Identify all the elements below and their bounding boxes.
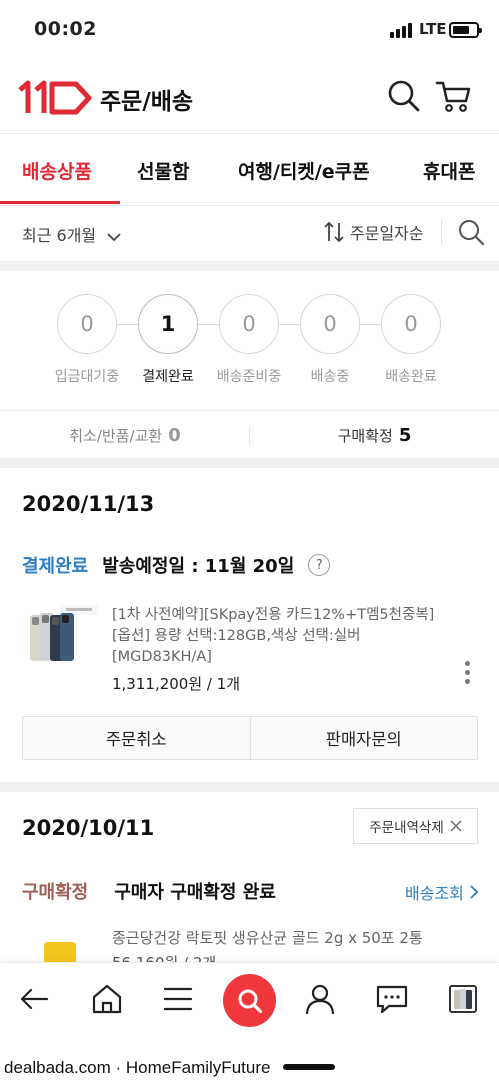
user-icon[interactable] [302, 981, 338, 1017]
cart-icon[interactable] [434, 76, 474, 116]
delete-order-history-button[interactable]: 주문내역삭제 [353, 808, 478, 844]
order-status: 결제완료 [22, 556, 89, 577]
signal-icon [390, 22, 412, 38]
order-card: 2020/10/11 주문내역삭제 구매확정 구매자 구매확정 완료 배송조회 … [0, 792, 499, 972]
purchase-confirmed-link[interactable]: 구매확정 5 [250, 411, 499, 459]
cancel-count: 0 [168, 424, 181, 446]
tab-bar: 배송상품 선물함 여행/티켓/e쿠폰 휴대폰 [0, 135, 499, 205]
order-search-icon[interactable] [457, 218, 485, 246]
step-shipping[interactable]: 0 배송중 [285, 294, 375, 386]
search-icon [238, 989, 262, 1013]
order-actions: 주문취소 판매자문의 [22, 716, 478, 760]
active-tab-indicator [0, 201, 120, 204]
delete-label: 주문내역삭제 [369, 820, 444, 836]
more-options-icon[interactable] [460, 661, 474, 691]
step-label: 배송중 [310, 369, 350, 385]
order-date: 2020/10/11 [22, 816, 155, 840]
step-awaiting-payment[interactable]: 0 입금대기중 [42, 294, 132, 386]
step-count: 0 [300, 294, 360, 354]
product-name[interactable]: [1차 사전예약][SKpay전용 카드12%+T멤5천중복] [옵션] 용량 … [112, 605, 434, 668]
logo-11st[interactable] [18, 80, 92, 116]
order-date: 2020/11/13 [22, 492, 155, 516]
app-header: 주문/배송 [0, 62, 499, 132]
back-icon[interactable] [17, 981, 53, 1017]
order-status-row: 구매확정 구매자 구매확정 완료 [22, 878, 276, 904]
filter-bar: 최근 6개월 주문일자순 [0, 206, 499, 260]
confirm-count: 5 [398, 424, 412, 446]
filter-separator [441, 220, 442, 244]
section-gap [0, 782, 499, 792]
home-icon[interactable] [89, 981, 125, 1017]
section-gap [0, 458, 499, 468]
step-label: 배송준비중 [216, 369, 282, 385]
battery-icon [449, 22, 482, 38]
product-model-line: [MGD83KH/A] [112, 649, 212, 665]
order-status-steps: 0 입금대기중 1 결제완료 0 배송준비중 0 배송중 0 배송완료 [0, 270, 499, 410]
period-label: 최근 6개월 [22, 226, 97, 245]
sort-button[interactable]: 주문일자순 [324, 220, 424, 244]
tab-travel-ticket-coupon[interactable]: 여행/티켓/e쿠폰 [238, 157, 370, 184]
step-count: 0 [57, 294, 117, 354]
bottom-navigation [0, 962, 499, 1036]
watermark-bar: dealbada.com · HomeFamilyFuture [0, 1036, 499, 1082]
confirm-label: 구매확정 [337, 426, 393, 445]
step-label: 입금대기중 [54, 369, 120, 385]
chevron-right-icon [470, 885, 479, 899]
recent-item-icon[interactable] [449, 985, 477, 1013]
step-payment-complete[interactable]: 1 결제완료 [123, 294, 213, 386]
seller-inquiry-button[interactable]: 판매자문의 [249, 717, 478, 759]
track-label: 배송조회 [405, 884, 464, 903]
step-label: 결제완료 [142, 369, 194, 385]
tab-gift-box[interactable]: 선물함 [137, 157, 189, 184]
cancel-return-exchange-link[interactable]: 취소/반품/교환 0 [0, 411, 250, 459]
product-price: 1,311,200원 / 1개 [112, 675, 241, 693]
help-icon[interactable]: ? [308, 554, 331, 576]
tab-delivery-products[interactable]: 배송상품 [22, 157, 92, 184]
status-bar: 00:02 LTE [0, 0, 499, 62]
status-time: 00:02 [34, 18, 97, 40]
order-status: 구매확정 [22, 882, 89, 903]
step-count: 1 [138, 294, 198, 354]
track-shipment-link[interactable]: 배송조회 [405, 880, 479, 904]
chevron-down-icon [107, 232, 121, 241]
product-option-line: [옵션] 용량 선택:128GB,색상 선택:실버 [112, 628, 361, 644]
home-indicator[interactable] [283, 1064, 335, 1070]
order-card: 2020/11/13 결제완료 발송예정일 : 11월 20일 ? [1차 사전… [0, 468, 499, 782]
sort-arrows-icon [324, 221, 344, 243]
step-preparing-shipment[interactable]: 0 배송준비중 [204, 294, 294, 386]
step-delivered[interactable]: 0 배송완료 [366, 294, 456, 386]
sort-label: 주문일자순 [350, 224, 424, 243]
search-icon[interactable] [384, 76, 424, 116]
tab-phone[interactable]: 휴대폰 [423, 157, 475, 184]
recent-item-thumbnail [454, 989, 472, 1009]
step-label: 배송완료 [385, 369, 437, 385]
cancel-label: 취소/반품/교환 [69, 426, 163, 445]
product-thumbnail[interactable] [26, 603, 100, 665]
close-icon [450, 820, 462, 832]
header-divider [0, 133, 499, 134]
chat-icon[interactable] [374, 981, 410, 1017]
product-name[interactable]: 종근당건강 락토핏 생유산균 골드 2g x 50포 2통 [112, 928, 423, 949]
order-summary: 취소/반품/교환 0 구매확정 5 [0, 410, 499, 458]
menu-icon[interactable] [160, 981, 196, 1017]
step-count: 0 [219, 294, 279, 354]
order-status-row: 결제완료 발송예정일 : 11월 20일 ? [22, 552, 331, 578]
cancel-order-button[interactable]: 주문취소 [23, 717, 250, 759]
step-count: 0 [381, 294, 441, 354]
nav-search-button[interactable] [223, 974, 276, 1027]
period-dropdown[interactable]: 최근 6개월 [22, 222, 121, 246]
page-title: 주문/배송 [100, 89, 194, 115]
network-label: LTE [419, 20, 447, 38]
product-line: [1차 사전예약][SKpay전용 카드12%+T멤5천중복] [112, 607, 435, 623]
shipping-expected-date: 발송예정일 : 11월 20일 [102, 556, 295, 577]
watermark-text: dealbada.com · HomeFamilyFuture [4, 1058, 271, 1077]
order-status-description: 구매자 구매확정 완료 [114, 882, 276, 903]
